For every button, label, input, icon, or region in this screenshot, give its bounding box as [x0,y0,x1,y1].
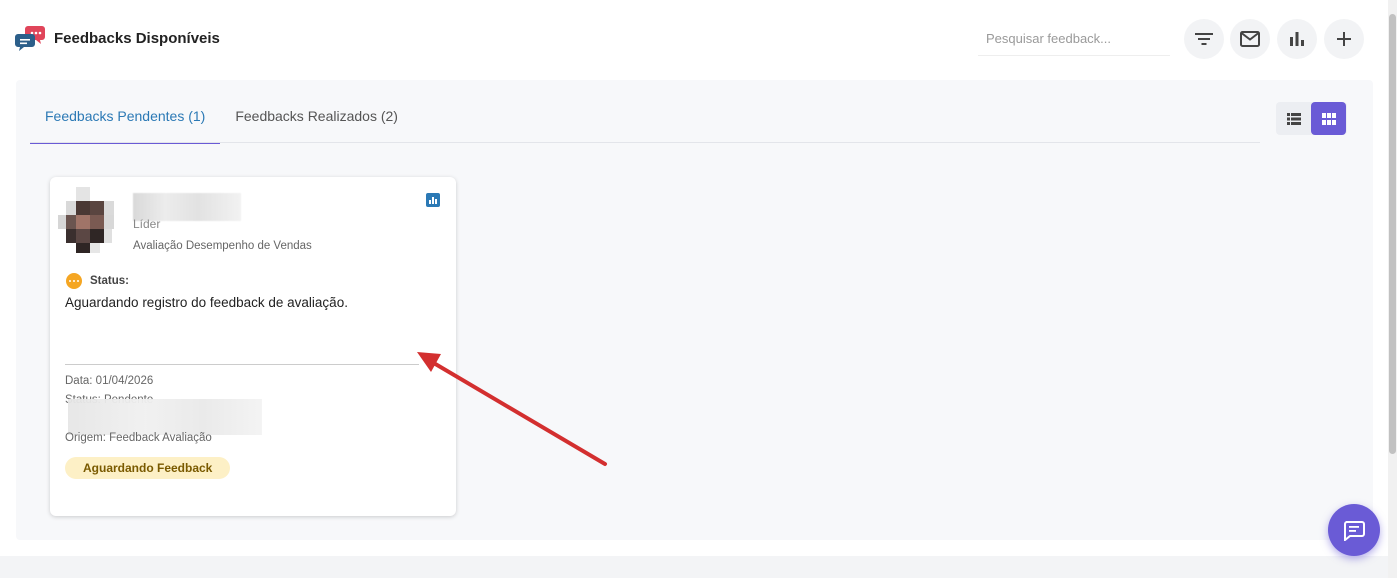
bar-chart-icon [1290,32,1304,46]
filter-icon [1195,33,1213,45]
user-role: Líder [133,217,161,231]
plus-icon [1337,32,1351,46]
status-row: Status: [66,273,129,289]
view-toggle [1276,102,1347,135]
grid-view-button[interactable] [1311,102,1346,135]
list-view-button[interactable] [1276,102,1311,135]
page-title: Feedbacks Disponíveis [54,29,220,47]
list-icon [1286,112,1301,125]
tab-completed[interactable]: Feedbacks Realizados (2) [220,100,413,144]
status-badge: Aguardando Feedback [65,457,231,479]
scrollbar[interactable] [1388,0,1397,578]
status-description: Aguardando registro do feedback de avali… [65,295,348,310]
avatar [58,187,126,255]
filter-button[interactable] [1184,19,1224,59]
search-input[interactable] [978,22,1170,56]
top-bar: Feedbacks Disponíveis [0,0,1388,80]
mail-icon [1240,31,1260,47]
add-button[interactable] [1324,19,1364,59]
grid-icon [1321,112,1336,125]
feedback-card[interactable]: Líder Avaliação Desempenho de Vendas Sta… [50,177,456,516]
tab-divider [30,142,1260,143]
status-label: Status: [90,275,129,287]
tab-pending[interactable]: Feedbacks Pendentes (1) [30,100,221,144]
chart-icon[interactable] [426,193,440,207]
scrollbar-thumb[interactable] [1389,14,1396,454]
pending-dots-icon [66,273,82,289]
bottom-strip [0,556,1388,578]
statistics-button[interactable] [1277,19,1317,59]
chat-fab-button[interactable] [1328,504,1380,556]
card-origin: Origem: Feedback Avaliação [65,432,212,444]
feedback-panel: Feedbacks Pendentes (1) Feedbacks Realiz… [16,80,1373,540]
redacted-info [68,399,262,435]
chat-bubbles-logo-icon [14,24,46,52]
message-icon [1344,521,1365,541]
mail-button[interactable] [1230,19,1270,59]
brand: Feedbacks Disponíveis [14,24,220,52]
card-date: Data: 01/04/2026 [65,375,154,387]
tab-bar: Feedbacks Pendentes (1) Feedbacks Realiz… [30,100,413,144]
evaluation-name: Avaliação Desempenho de Vendas [133,240,312,252]
card-divider [65,364,419,365]
